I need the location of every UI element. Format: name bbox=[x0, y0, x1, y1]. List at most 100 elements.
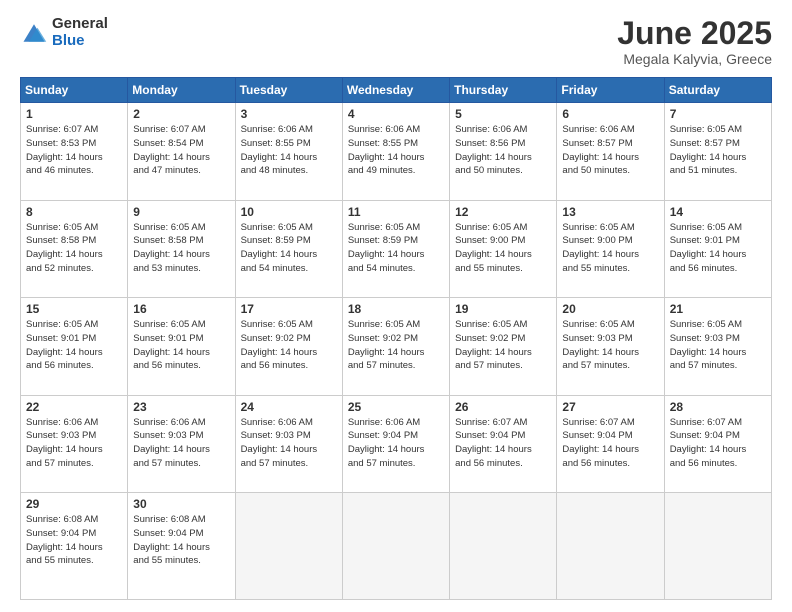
calendar-cell: 12 Sunrise: 6:05 AMSunset: 9:00 PMDayligh… bbox=[450, 200, 557, 297]
calendar-week-row: 15 Sunrise: 6:05 AMSunset: 9:01 PMDayligh… bbox=[21, 298, 772, 395]
calendar-cell: 14 Sunrise: 6:05 AMSunset: 9:01 PMDayligh… bbox=[664, 200, 771, 297]
calendar-cell: 6Sunrise: 6:06 AMSunset: 8:57 PMDaylight… bbox=[557, 103, 664, 200]
day-info: Sunrise: 6:07 AMSunset: 9:04 PMDaylight:… bbox=[562, 416, 658, 471]
day-number: 1 bbox=[26, 107, 122, 121]
day-number: 26 bbox=[455, 400, 551, 414]
calendar-cell: 11 Sunrise: 6:05 AMSunset: 8:59 PMDayligh… bbox=[342, 200, 449, 297]
day-number: 9 bbox=[133, 205, 229, 219]
day-info: Sunrise: 6:05 AMSunset: 8:59 PMDaylight:… bbox=[241, 221, 337, 276]
calendar-cell: 16Sunrise: 6:05 AMSunset: 9:01 PMDayligh… bbox=[128, 298, 235, 395]
day-info: Sunrise: 6:05 AMSunset: 9:02 PMDaylight:… bbox=[348, 318, 444, 373]
day-number: 24 bbox=[241, 400, 337, 414]
calendar-cell: 30 Sunrise: 6:08 AMSunset: 9:04 PMDayligh… bbox=[128, 493, 235, 600]
month-title: June 2025 bbox=[617, 16, 772, 51]
location-subtitle: Megala Kalyvia, Greece bbox=[617, 51, 772, 67]
calendar-cell: 2 Sunrise: 6:07 AMSunset: 8:54 PMDaylight… bbox=[128, 103, 235, 200]
calendar-cell: 3 Sunrise: 6:06 AMSunset: 8:55 PMDaylight… bbox=[235, 103, 342, 200]
day-info: Sunrise: 6:06 AMSunset: 8:56 PMDaylight:… bbox=[455, 123, 551, 178]
col-saturday: Saturday bbox=[664, 78, 771, 103]
calendar-cell: 20 Sunrise: 6:05 AMSunset: 9:03 PMDayligh… bbox=[557, 298, 664, 395]
calendar-cell: 13 Sunrise: 6:05 AMSunset: 9:00 PMDayligh… bbox=[557, 200, 664, 297]
calendar-week-row: 1 Sunrise: 6:07 AMSunset: 8:53 PMDaylight… bbox=[21, 103, 772, 200]
col-thursday: Thursday bbox=[450, 78, 557, 103]
title-block: June 2025 Megala Kalyvia, Greece bbox=[617, 16, 772, 67]
day-info: Sunrise: 6:08 AMSunset: 9:04 PMDaylight:… bbox=[133, 513, 229, 568]
calendar-cell: 4Sunrise: 6:06 AMSunset: 8:55 PMDaylight… bbox=[342, 103, 449, 200]
calendar-cell bbox=[450, 493, 557, 600]
day-info: Sunrise: 6:05 AMSunset: 8:58 PMDaylight:… bbox=[26, 221, 122, 276]
logo-general: General bbox=[52, 16, 108, 33]
calendar-cell: 17Sunrise: 6:05 AMSunset: 9:02 PMDayligh… bbox=[235, 298, 342, 395]
calendar-cell: 23 Sunrise: 6:06 AMSunset: 9:03 PMDayligh… bbox=[128, 395, 235, 492]
calendar-cell: 24Sunrise: 6:06 AMSunset: 9:03 PMDayligh… bbox=[235, 395, 342, 492]
calendar-cell bbox=[557, 493, 664, 600]
day-number: 17 bbox=[241, 302, 337, 316]
day-info: Sunrise: 6:05 AMSunset: 8:57 PMDaylight:… bbox=[670, 123, 766, 178]
day-info: Sunrise: 6:05 AMSunset: 9:01 PMDaylight:… bbox=[26, 318, 122, 373]
day-number: 28 bbox=[670, 400, 766, 414]
calendar-cell bbox=[235, 493, 342, 600]
calendar-cell: 25 Sunrise: 6:06 AMSunset: 9:04 PMDayligh… bbox=[342, 395, 449, 492]
day-number: 3 bbox=[241, 107, 337, 121]
calendar-cell: 18 Sunrise: 6:05 AMSunset: 9:02 PMDayligh… bbox=[342, 298, 449, 395]
day-number: 12 bbox=[455, 205, 551, 219]
calendar-cell: 21Sunrise: 6:05 AMSunset: 9:03 PMDayligh… bbox=[664, 298, 771, 395]
day-info: Sunrise: 6:06 AMSunset: 9:04 PMDaylight:… bbox=[348, 416, 444, 471]
calendar-cell: 29Sunrise: 6:08 AMSunset: 9:04 PMDayligh… bbox=[21, 493, 128, 600]
day-number: 11 bbox=[348, 205, 444, 219]
col-tuesday: Tuesday bbox=[235, 78, 342, 103]
day-info: Sunrise: 6:05 AMSunset: 9:00 PMDaylight:… bbox=[455, 221, 551, 276]
day-info: Sunrise: 6:07 AMSunset: 9:04 PMDaylight:… bbox=[455, 416, 551, 471]
calendar-cell: 19 Sunrise: 6:05 AMSunset: 9:02 PMDayligh… bbox=[450, 298, 557, 395]
page: General Blue June 2025 Megala Kalyvia, G… bbox=[0, 0, 792, 612]
day-info: Sunrise: 6:05 AMSunset: 9:02 PMDaylight:… bbox=[455, 318, 551, 373]
day-number: 29 bbox=[26, 497, 122, 511]
day-number: 20 bbox=[562, 302, 658, 316]
day-info: Sunrise: 6:05 AMSunset: 8:59 PMDaylight:… bbox=[348, 221, 444, 276]
day-number: 2 bbox=[133, 107, 229, 121]
day-info: Sunrise: 6:06 AMSunset: 9:03 PMDaylight:… bbox=[133, 416, 229, 471]
day-number: 13 bbox=[562, 205, 658, 219]
day-number: 10 bbox=[241, 205, 337, 219]
calendar-header-row: Sunday Monday Tuesday Wednesday Thursday… bbox=[21, 78, 772, 103]
calendar-cell: 10 Sunrise: 6:05 AMSunset: 8:59 PMDayligh… bbox=[235, 200, 342, 297]
day-info: Sunrise: 6:05 AMSunset: 9:00 PMDaylight:… bbox=[562, 221, 658, 276]
day-info: Sunrise: 6:05 AMSunset: 9:03 PMDaylight:… bbox=[670, 318, 766, 373]
day-number: 5 bbox=[455, 107, 551, 121]
calendar-cell bbox=[664, 493, 771, 600]
day-info: Sunrise: 6:06 AMSunset: 8:55 PMDaylight:… bbox=[241, 123, 337, 178]
calendar-cell: 15 Sunrise: 6:05 AMSunset: 9:01 PMDayligh… bbox=[21, 298, 128, 395]
calendar-cell: 1 Sunrise: 6:07 AMSunset: 8:53 PMDaylight… bbox=[21, 103, 128, 200]
day-number: 14 bbox=[670, 205, 766, 219]
day-number: 15 bbox=[26, 302, 122, 316]
header: General Blue June 2025 Megala Kalyvia, G… bbox=[20, 16, 772, 67]
logo: General Blue bbox=[20, 16, 108, 49]
day-number: 6 bbox=[562, 107, 658, 121]
day-number: 16 bbox=[133, 302, 229, 316]
day-info: Sunrise: 6:05 AMSunset: 8:58 PMDaylight:… bbox=[133, 221, 229, 276]
calendar-cell bbox=[342, 493, 449, 600]
day-number: 18 bbox=[348, 302, 444, 316]
day-info: Sunrise: 6:06 AMSunset: 8:55 PMDaylight:… bbox=[348, 123, 444, 178]
day-info: Sunrise: 6:06 AMSunset: 9:03 PMDaylight:… bbox=[26, 416, 122, 471]
day-info: Sunrise: 6:07 AMSunset: 8:53 PMDaylight:… bbox=[26, 123, 122, 178]
logo-blue: Blue bbox=[52, 33, 108, 50]
day-number: 23 bbox=[133, 400, 229, 414]
day-number: 19 bbox=[455, 302, 551, 316]
day-number: 25 bbox=[348, 400, 444, 414]
calendar-cell: 22 Sunrise: 6:06 AMSunset: 9:03 PMDayligh… bbox=[21, 395, 128, 492]
calendar-cell: 27Sunrise: 6:07 AMSunset: 9:04 PMDayligh… bbox=[557, 395, 664, 492]
day-number: 30 bbox=[133, 497, 229, 511]
day-info: Sunrise: 6:05 AMSunset: 9:01 PMDaylight:… bbox=[670, 221, 766, 276]
calendar-table: Sunday Monday Tuesday Wednesday Thursday… bbox=[20, 77, 772, 600]
col-monday: Monday bbox=[128, 78, 235, 103]
calendar-cell: 7Sunrise: 6:05 AMSunset: 8:57 PMDaylight… bbox=[664, 103, 771, 200]
day-number: 22 bbox=[26, 400, 122, 414]
calendar-cell: 8Sunrise: 6:05 AMSunset: 8:58 PMDaylight… bbox=[21, 200, 128, 297]
day-info: Sunrise: 6:05 AMSunset: 9:03 PMDaylight:… bbox=[562, 318, 658, 373]
day-info: Sunrise: 6:07 AMSunset: 8:54 PMDaylight:… bbox=[133, 123, 229, 178]
logo-text: General Blue bbox=[52, 16, 108, 49]
calendar-week-row: 8Sunrise: 6:05 AMSunset: 8:58 PMDaylight… bbox=[21, 200, 772, 297]
day-info: Sunrise: 6:07 AMSunset: 9:04 PMDaylight:… bbox=[670, 416, 766, 471]
col-wednesday: Wednesday bbox=[342, 78, 449, 103]
